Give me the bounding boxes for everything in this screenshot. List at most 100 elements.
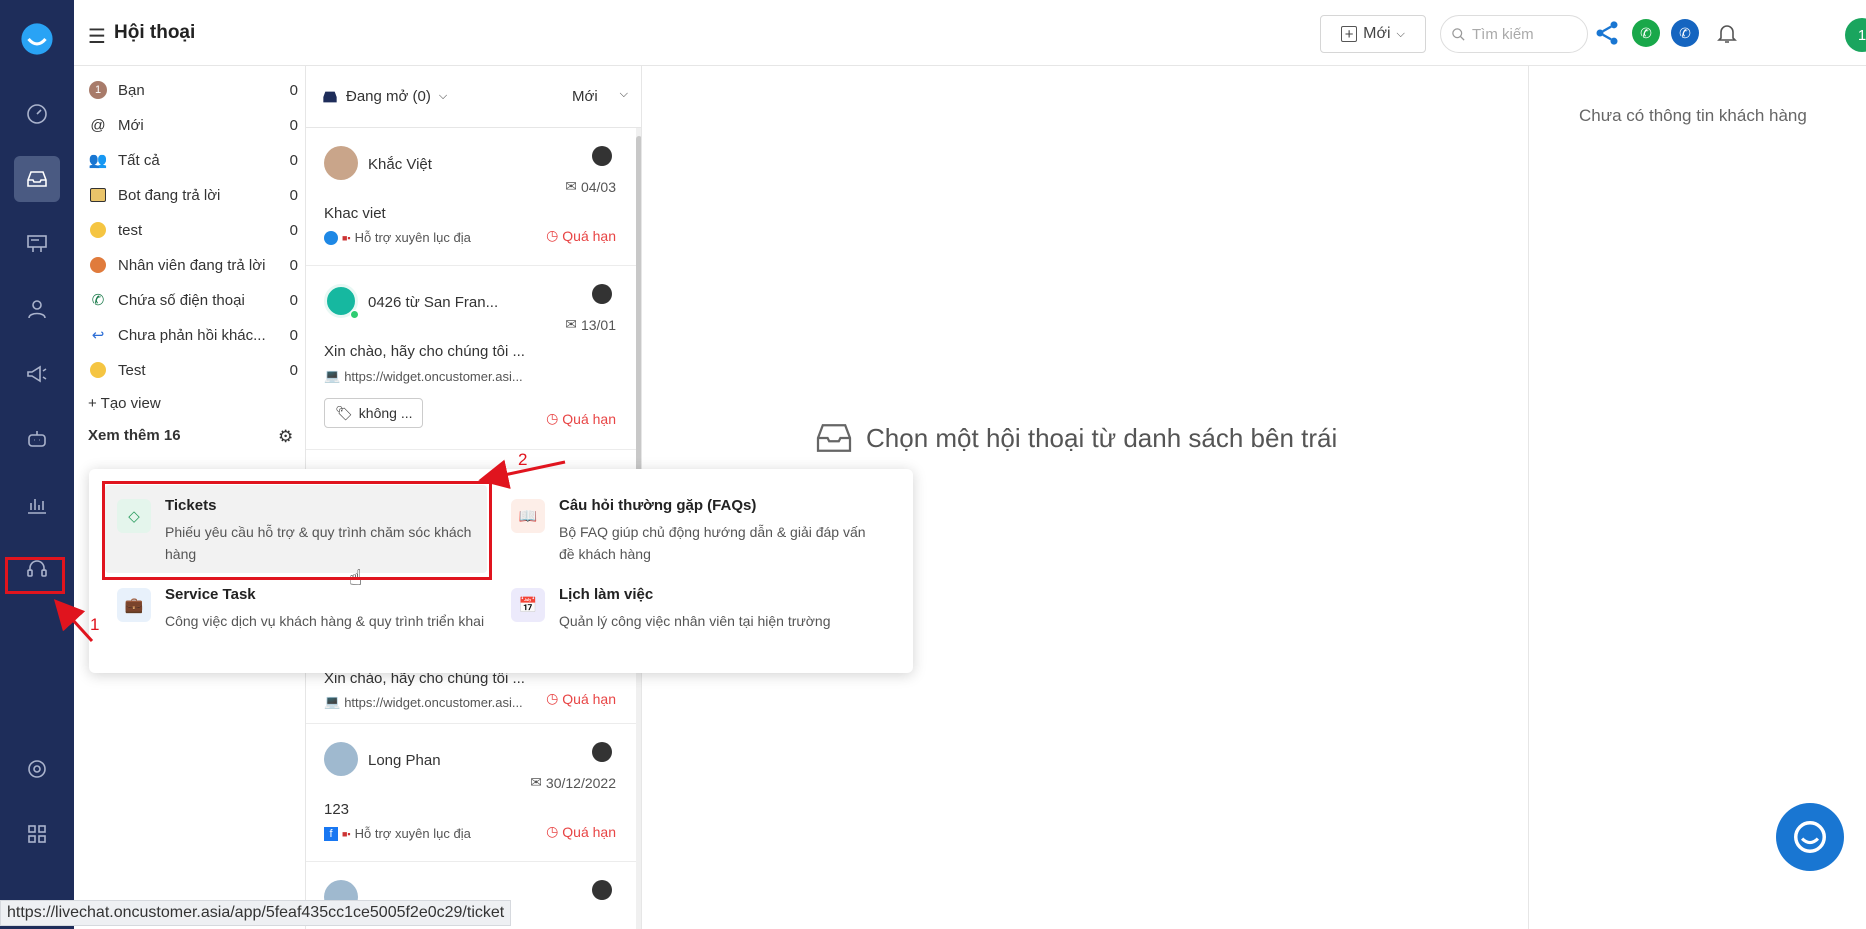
laptop-icon: 💻: [324, 694, 341, 709]
view-item-bot[interactable]: Bot đang trả lời 0: [88, 180, 298, 210]
browser-status-url: https://livechat.oncustomer.asia/app/5fe…: [0, 900, 512, 926]
popup-item-title: Lịch làm việc: [559, 586, 654, 603]
popup-item-service-task[interactable]: 💼 Service Task Công việc dịch vụ khách h…: [117, 586, 497, 656]
inbox-icon: [27, 171, 47, 187]
tag-icon: 🏷: [335, 404, 353, 421]
source-text: https://widget.oncustomer.asi...: [344, 368, 523, 384]
phone-icon: ✆: [91, 292, 105, 309]
view-item-moi[interactable]: @ Mới 0: [88, 110, 298, 140]
date-text: 04/03: [580, 178, 616, 195]
at-icon: @: [90, 116, 106, 134]
book-icon: 📖: [511, 499, 545, 533]
view-item-no-reply[interactable]: ↩ Chưa phản hồi khác... 0: [88, 320, 298, 350]
create-view-link[interactable]: + Tạo view: [88, 395, 161, 412]
rail-campaigns[interactable]: [14, 351, 60, 397]
source-text: https://widget.oncustomer.asi...: [344, 694, 523, 710]
smile-icon: [88, 220, 108, 240]
sort-dropdown[interactable]: Mới ⌵: [572, 88, 628, 105]
calendar-icon: 📅: [511, 588, 545, 622]
chart-icon: [28, 499, 46, 514]
open-filter-dropdown[interactable]: Đang mở (0) ⌵: [322, 88, 447, 105]
envelope-icon: ✉: [565, 316, 577, 332]
contact-name: 0426 từ San Fran...: [368, 294, 499, 311]
page-title: Hội thoại: [114, 22, 196, 43]
view-count: 0: [289, 221, 298, 239]
bell-icon: [1717, 25, 1737, 43]
annotation-label-2: 2: [518, 450, 528, 469]
conversation-item[interactable]: 0426 từ San Fran... ✉ 13/01 Xin chào, hãy…: [306, 266, 636, 450]
rail-apps[interactable]: [14, 811, 60, 857]
view-label: Chưa phản hồi khác...: [118, 326, 266, 344]
gear-icon[interactable]: ⚙: [278, 427, 293, 447]
tag-chip[interactable]: 🏷 không ...: [324, 398, 424, 428]
scrollbar-thumb[interactable]: [636, 136, 641, 516]
view-label: Bạn: [118, 81, 145, 99]
view-item-test-2[interactable]: Test 0: [88, 355, 298, 385]
rail-inbox[interactable]: [14, 156, 60, 202]
notifications-button[interactable]: [1712, 18, 1742, 48]
annotation-box-tickets: [102, 481, 492, 580]
popup-item-title: Service Task: [165, 586, 256, 603]
user-avatar[interactable]: 1: [1845, 18, 1866, 52]
popup-item-schedule[interactable]: 📅 Lịch làm việc Quản lý công việc nhân v…: [511, 586, 891, 656]
phone-icon: ✆: [1671, 19, 1699, 47]
user-badge-icon: 1: [88, 80, 108, 100]
view-count: 0: [289, 116, 298, 134]
robot-icon: [28, 431, 46, 447]
messenger-icon: [324, 230, 338, 245]
chat-icon: [1794, 821, 1826, 853]
avatar: [324, 742, 358, 776]
call-button-blue[interactable]: ✆: [1670, 18, 1700, 48]
rail-bot[interactable]: [14, 416, 60, 462]
clock-icon: ◷: [546, 690, 559, 706]
new-button[interactable]: + Mới ⌵: [1320, 15, 1426, 53]
share-button[interactable]: [1592, 18, 1622, 48]
rail-dashboard[interactable]: [14, 91, 60, 137]
app-logo[interactable]: [14, 16, 60, 62]
popup-item-title: Câu hỏi thường gặp (FAQs): [559, 497, 757, 514]
rail-integrations[interactable]: [14, 746, 60, 792]
search-input[interactable]: [1472, 25, 1582, 43]
empty-state: Chọn một hội thoại từ danh sách bên trái: [814, 422, 1337, 454]
clock-icon: ◷: [546, 227, 559, 243]
view-item-test[interactable]: test 0: [88, 215, 298, 245]
laptop-icon: 💻: [324, 368, 341, 383]
call-button-green[interactable]: ✆: [1631, 18, 1661, 48]
view-count: 0: [289, 151, 298, 169]
popup-item-desc: Quản lý công việc nhân viên tại hiện trư…: [559, 613, 831, 629]
popup-item-faqs[interactable]: 📖 Câu hỏi thường gặp (FAQs) Bộ FAQ giúp …: [511, 497, 891, 567]
conversation-source: ■▪ Hỗ trợ xuyên lục địa: [324, 230, 471, 245]
rail-reports[interactable]: [14, 481, 60, 527]
view-count: 0: [289, 186, 298, 204]
clock-icon: ◷: [546, 410, 559, 426]
chat-widget-button[interactable]: [1776, 803, 1844, 871]
apps-icon: [28, 825, 46, 843]
tag-text: không ...: [358, 405, 413, 421]
annotation-box-support: [5, 557, 65, 594]
view-item-tat-ca[interactable]: 👥 Tất cả 0: [88, 145, 298, 175]
rail-contacts[interactable]: [14, 286, 60, 332]
overdue-text: Quá hạn: [562, 823, 616, 840]
conversation-date: ✉ 13/01: [565, 316, 616, 333]
conversation-item[interactable]: Long Phan ✉ 30/12/2022 123 f ■▪ Hỗ trợ xuyê…: [306, 724, 636, 862]
globe-icon: [592, 146, 612, 166]
view-label: Mới: [118, 116, 144, 134]
popup-item-desc: Bộ FAQ giúp chủ động hướng dẫn & giải đá…: [559, 524, 866, 562]
conversation-item[interactable]: Khắc Việt ✉ 04/03 Khac viet ■▪ Hỗ trợ xuyê…: [306, 128, 636, 266]
envelope-icon: ✉: [530, 774, 542, 790]
avatar: [324, 146, 358, 180]
view-item-phone[interactable]: ✆ Chứa số điện thoại 0: [88, 285, 298, 315]
menu-icon[interactable]: ☰: [88, 24, 106, 49]
agent-icon: [88, 255, 108, 275]
chevron-down-icon: ⌵: [619, 88, 628, 100]
view-item-agent[interactable]: Nhân viên đang trả lời 0: [88, 250, 298, 280]
left-navigation-rail: [0, 0, 74, 929]
rail-board[interactable]: [14, 221, 60, 267]
customer-info-panel: Chưa có thông tin khách hàng: [1528, 66, 1866, 929]
last-message: Khac viet: [324, 205, 386, 222]
view-item-ban[interactable]: 1 Bạn 0: [88, 75, 298, 105]
search-box[interactable]: [1440, 15, 1588, 53]
no-customer-info: Chưa có thông tin khách hàng: [1579, 106, 1807, 125]
see-more-link[interactable]: Xem thêm 16: [88, 427, 181, 444]
view-count: 0: [289, 291, 298, 309]
